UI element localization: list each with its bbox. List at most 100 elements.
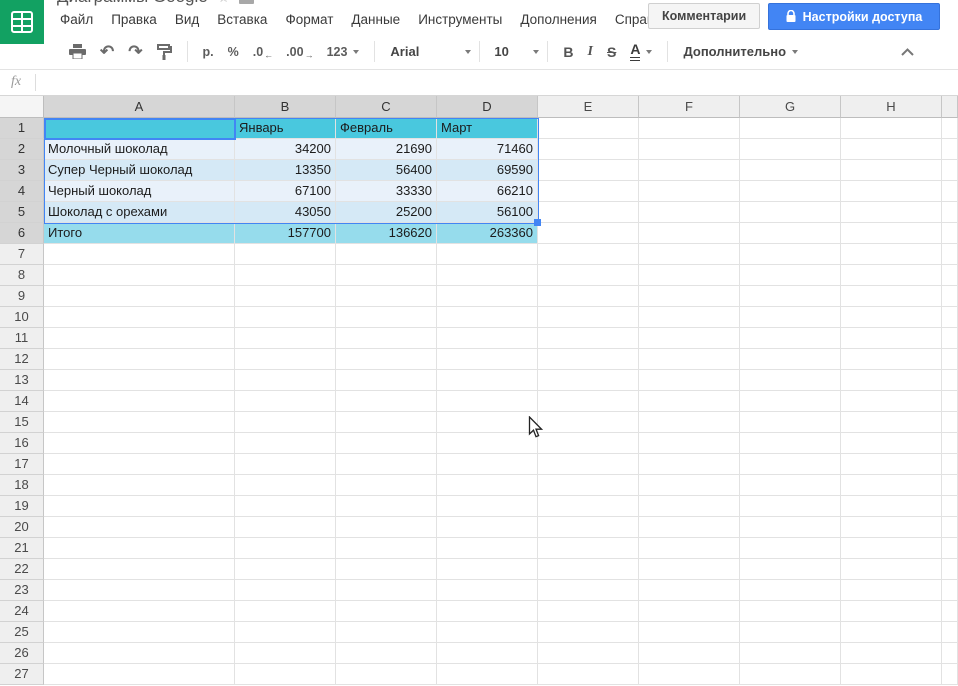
cell[interactable] [235, 286, 336, 307]
cell[interactable] [942, 496, 958, 517]
cell[interactable] [44, 265, 235, 286]
cell[interactable] [841, 202, 942, 223]
row-header[interactable]: 10 [0, 307, 44, 328]
cell[interactable] [740, 643, 841, 664]
text-color-button[interactable]: A [630, 42, 652, 61]
redo-button[interactable]: ↷ [128, 43, 142, 60]
cell[interactable] [336, 265, 437, 286]
document-title-text[interactable]: Диаграммы Google [57, 0, 208, 9]
cell[interactable] [437, 370, 538, 391]
cell[interactable] [235, 559, 336, 580]
cell[interactable] [538, 643, 639, 664]
cell[interactable] [942, 223, 958, 244]
row-header[interactable]: 4 [0, 181, 44, 202]
cell[interactable] [235, 349, 336, 370]
cell[interactable] [44, 601, 235, 622]
cell[interactable] [235, 391, 336, 412]
cell[interactable] [841, 223, 942, 244]
cell[interactable] [639, 601, 740, 622]
cell[interactable] [336, 391, 437, 412]
cell[interactable] [841, 622, 942, 643]
cell[interactable] [44, 559, 235, 580]
more-toolbar-menu[interactable]: Дополнительно [683, 44, 798, 59]
cell[interactable]: Шоколад с орехами [44, 202, 235, 223]
cell[interactable] [538, 496, 639, 517]
cell[interactable] [538, 370, 639, 391]
cell[interactable] [437, 244, 538, 265]
cell[interactable] [942, 244, 958, 265]
cell[interactable] [235, 622, 336, 643]
cell[interactable] [942, 160, 958, 181]
formula-input[interactable] [44, 72, 944, 92]
cell[interactable] [538, 454, 639, 475]
column-header[interactable]: A [44, 96, 235, 118]
cell[interactable] [740, 433, 841, 454]
cell[interactable] [740, 223, 841, 244]
cell[interactable] [538, 307, 639, 328]
cell[interactable] [235, 538, 336, 559]
cell[interactable] [437, 391, 538, 412]
cell[interactable] [841, 265, 942, 286]
cell[interactable] [336, 517, 437, 538]
cell[interactable] [740, 580, 841, 601]
cell[interactable] [639, 622, 740, 643]
row-header[interactable]: 6 [0, 223, 44, 244]
cell[interactable] [740, 328, 841, 349]
cell[interactable] [841, 643, 942, 664]
cell[interactable] [942, 538, 958, 559]
cell[interactable] [639, 412, 740, 433]
cell[interactable] [740, 601, 841, 622]
row-header[interactable]: 23 [0, 580, 44, 601]
cell[interactable] [639, 181, 740, 202]
column-header[interactable]: H [841, 96, 942, 118]
cell[interactable] [740, 160, 841, 181]
italic-button[interactable]: I [588, 44, 593, 60]
cell[interactable]: 43050 [235, 202, 336, 223]
cell[interactable]: Итого [44, 223, 235, 244]
cell[interactable] [942, 580, 958, 601]
print-button[interactable] [69, 44, 86, 59]
column-header[interactable]: E [538, 96, 639, 118]
cell[interactable] [437, 517, 538, 538]
cell[interactable] [538, 622, 639, 643]
cell[interactable] [437, 349, 538, 370]
cell[interactable] [841, 664, 942, 685]
cell[interactable] [437, 580, 538, 601]
cell[interactable] [740, 622, 841, 643]
cell[interactable] [336, 496, 437, 517]
cell[interactable] [740, 454, 841, 475]
cell[interactable] [44, 475, 235, 496]
cell[interactable] [437, 307, 538, 328]
cell[interactable] [538, 118, 639, 139]
cell[interactable] [740, 664, 841, 685]
cell[interactable] [942, 370, 958, 391]
cell[interactable] [639, 286, 740, 307]
row-header[interactable]: 19 [0, 496, 44, 517]
cell[interactable] [44, 370, 235, 391]
cell[interactable] [740, 559, 841, 580]
cell[interactable]: 33330 [336, 181, 437, 202]
cell[interactable] [841, 286, 942, 307]
folder-icon[interactable] [239, 0, 254, 4]
cell[interactable] [942, 559, 958, 580]
cell[interactable] [235, 643, 336, 664]
cell[interactable] [942, 139, 958, 160]
cell[interactable] [235, 454, 336, 475]
cell[interactable] [639, 538, 740, 559]
cell[interactable] [740, 496, 841, 517]
cell[interactable] [639, 580, 740, 601]
row-header[interactable]: 20 [0, 517, 44, 538]
cell[interactable] [336, 475, 437, 496]
cell[interactable] [336, 286, 437, 307]
cell[interactable] [437, 664, 538, 685]
undo-button[interactable]: ↶ [100, 43, 114, 60]
cell[interactable]: 13350 [235, 160, 336, 181]
document-title[interactable]: Диаграммы Google ☆ [57, 0, 297, 9]
cell[interactable] [841, 328, 942, 349]
cell[interactable] [942, 286, 958, 307]
cell[interactable] [740, 139, 841, 160]
cell[interactable] [44, 496, 235, 517]
cell[interactable]: Черный шоколад [44, 181, 235, 202]
cell[interactable] [538, 412, 639, 433]
cell[interactable] [942, 307, 958, 328]
